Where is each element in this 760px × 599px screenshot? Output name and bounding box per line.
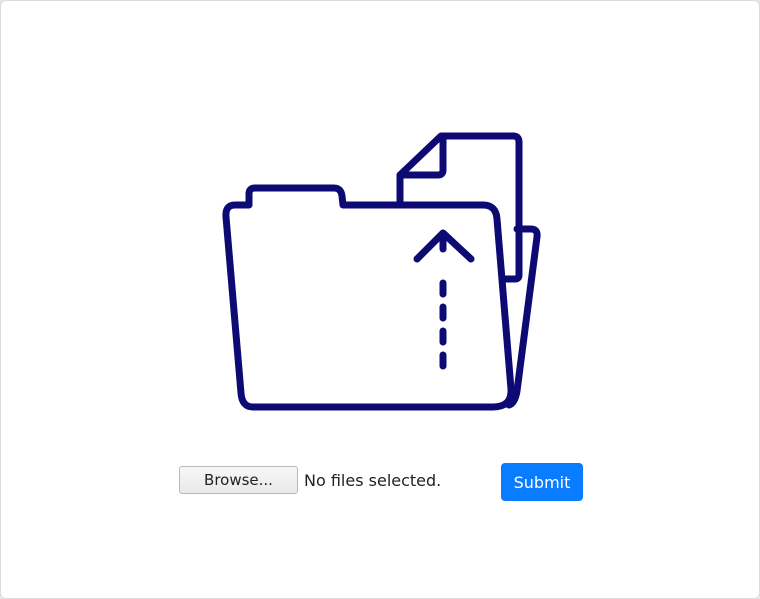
submit-button[interactable]: Submit	[501, 463, 583, 501]
front-folder	[222, 184, 515, 411]
folder-upload-icon	[217, 129, 547, 419]
upload-dialog: Browse... No files selected. Submit	[0, 0, 760, 599]
upload-form: Browse... No files selected. Submit	[179, 463, 589, 501]
browse-button[interactable]: Browse...	[179, 466, 298, 494]
file-status-text: No files selected.	[304, 471, 442, 490]
